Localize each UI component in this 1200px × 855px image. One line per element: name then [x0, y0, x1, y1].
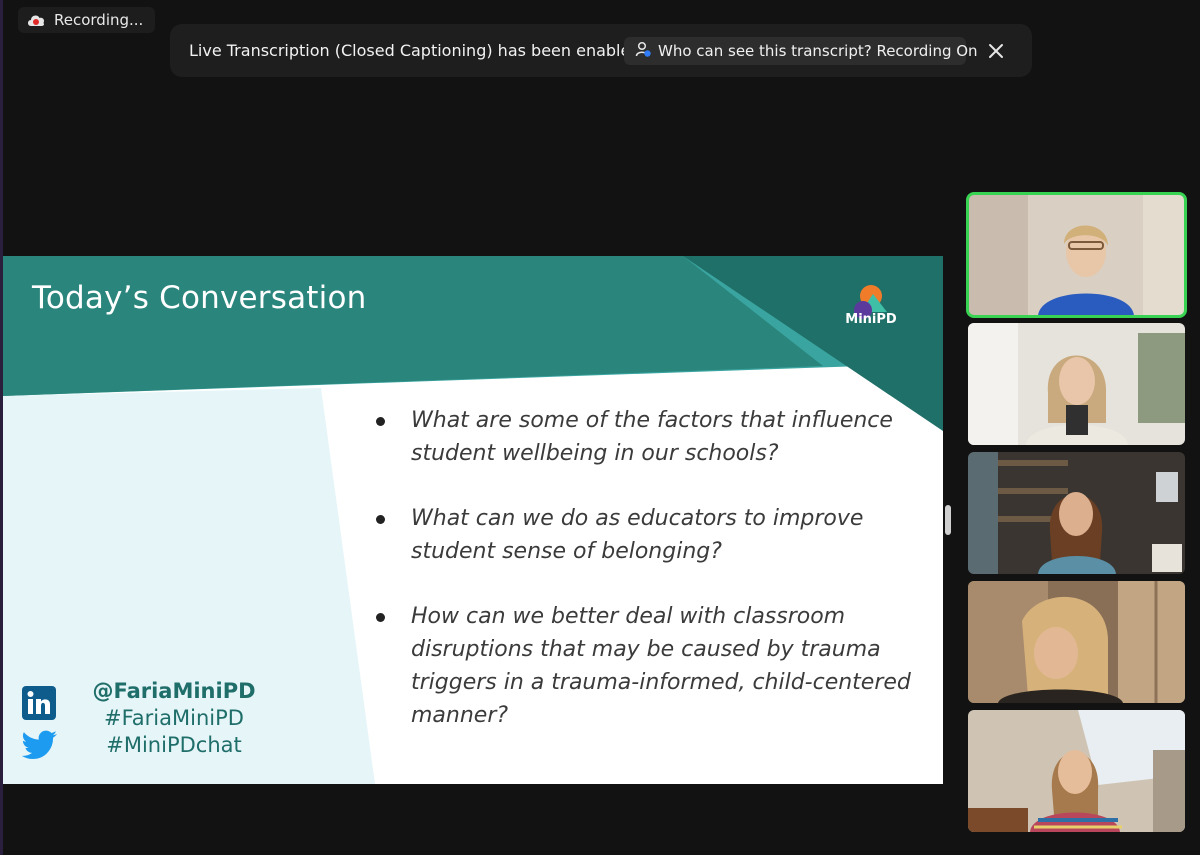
- twitter-icon: [22, 730, 57, 759]
- shared-slide: Today’s Conversation MiniPD What are som…: [3, 256, 943, 784]
- participant-tile[interactable]: [968, 581, 1185, 703]
- participant-tile[interactable]: [968, 452, 1185, 574]
- split-resize-handle[interactable]: [945, 505, 951, 535]
- participant-video: [968, 581, 1185, 703]
- handle-primary: @FariaMiniPD: [92, 679, 256, 703]
- social-handles: @FariaMiniPD #FariaMiniPD #MiniPDchat: [89, 678, 259, 759]
- participant-video: [968, 452, 1185, 574]
- slide-title: Today’s Conversation: [32, 280, 367, 316]
- bullet-list: What are some of the factors that influe…: [373, 404, 913, 764]
- participant-video: [968, 194, 1185, 316]
- logo-text: MiniPD: [845, 312, 897, 327]
- bullet-item: What can we do as educators to improve s…: [373, 502, 913, 568]
- participant-video: [968, 323, 1185, 445]
- transcript-button-label: Who can see this transcript? Recording O…: [658, 42, 978, 60]
- cloud-recording-icon: [26, 13, 46, 27]
- transcription-notification: Live Transcription (Closed Captioning) h…: [170, 24, 1032, 77]
- transcript-visibility-button[interactable]: Who can see this transcript? Recording O…: [624, 37, 978, 65]
- person-info-icon: [634, 40, 652, 62]
- recording-indicator[interactable]: Recording...: [18, 7, 156, 33]
- linkedin-icon: [22, 686, 56, 720]
- hashtag: #MiniPDchat: [106, 733, 242, 757]
- bullet-item: How can we better deal with classroom di…: [373, 600, 913, 732]
- participant-video: [968, 710, 1185, 832]
- bullet-item: What are some of the factors that influe…: [373, 404, 913, 470]
- notification-message: Live Transcription (Closed Captioning) h…: [189, 41, 641, 60]
- participant-tile-active-speaker[interactable]: [966, 192, 1187, 318]
- close-icon[interactable]: [983, 38, 1009, 64]
- bullet-dot: [376, 417, 385, 426]
- bullet-dot: [376, 515, 385, 524]
- bullet-dot: [376, 613, 385, 622]
- recording-label: Recording...: [54, 11, 144, 29]
- hashtag: #FariaMiniPD: [104, 706, 244, 730]
- participant-tile[interactable]: [968, 710, 1185, 832]
- participant-tile[interactable]: [968, 323, 1185, 445]
